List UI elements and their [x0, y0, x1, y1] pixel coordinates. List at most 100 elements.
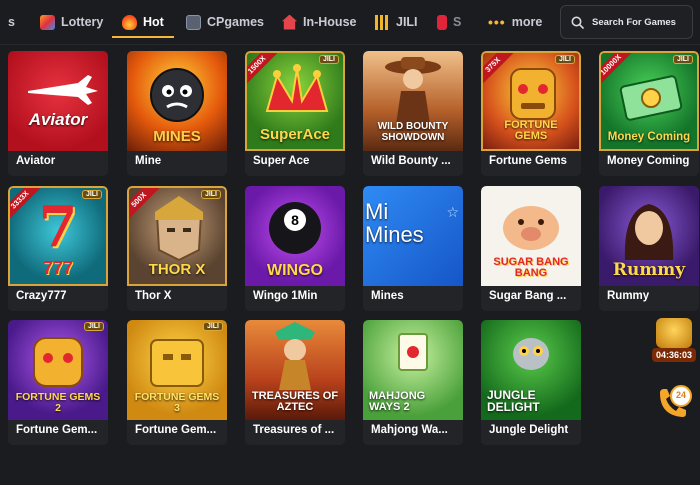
game-art-title: THOR X: [148, 261, 206, 279]
game-name: Wingo 1Min: [253, 290, 318, 302]
game-name: Fortune Gems: [489, 155, 567, 167]
game-art-title: Money Coming: [607, 130, 691, 143]
game-card-jungle-delight[interactable]: JUNGLE DELIGHT Jungle Delight: [481, 320, 581, 445]
game-art-title: MAHJONG WAYS 2: [369, 389, 426, 414]
tab-label: JILI: [396, 15, 418, 29]
game-card-mahjong-ways-2[interactable]: MAHJONG WAYS 2 Mahjong Wa...: [363, 320, 463, 445]
billiard-ball-icon: 8: [269, 202, 321, 254]
game-name: Thor X: [135, 290, 172, 302]
game-card-crazy777[interactable]: 7 777 3333X JILI Crazy777: [8, 186, 108, 311]
game-name: Super Ace: [253, 155, 310, 167]
game-card-aviator[interactable]: Aviator Aviator: [8, 51, 108, 176]
game-art-title: Aviator: [28, 110, 88, 130]
phone-24-icon: [660, 385, 692, 417]
game-thumbnail: Money Coming 10000X JILI: [599, 51, 699, 151]
game-card-mine[interactable]: MINES Mine: [127, 51, 227, 176]
game-card-fortune-gems-3[interactable]: FORTUNE GEMS 3 JILI Fortune Gem...: [127, 320, 227, 445]
game-art-title: WILD BOUNTY SHOWDOWN: [377, 121, 449, 143]
search-input[interactable]: Search For Games: [560, 5, 693, 39]
tab-lottery[interactable]: Lottery: [40, 8, 103, 36]
tab-jili[interactable]: JILI: [375, 8, 418, 36]
active-tab-indicator: [112, 36, 174, 38]
game-name: Mines: [371, 290, 404, 302]
game-name: Jungle Delight: [489, 424, 569, 436]
treasure-chest-icon: [656, 318, 692, 348]
game-card-fortune-gems-2[interactable]: FORTUNE GEMS 2 JILI Fortune Gem...: [8, 320, 108, 445]
svg-text:8: 8: [291, 212, 299, 228]
tab-label: s: [8, 15, 15, 29]
game-card-treasures-of-aztec[interactable]: TREASURES OF AZTEC Treasures of ...: [245, 320, 345, 445]
game-card-mines[interactable]: ☆ Mi Mines Mines: [363, 186, 463, 311]
tab-label: CPgames: [207, 15, 264, 29]
game-name: Sugar Bang ...: [489, 290, 567, 302]
game-name: Mine: [135, 155, 162, 167]
game-thumbnail: 8 WINGO: [245, 186, 345, 286]
support-button[interactable]: 24: [654, 383, 694, 423]
game-art-title: SuperAce: [259, 126, 331, 144]
more-dots-icon: •••: [488, 14, 506, 30]
fire-icon: [122, 14, 137, 30]
game-art-title: JUNGLE DELIGHT: [487, 387, 540, 415]
game-art-title: FORTUNE GEMS 3: [134, 390, 220, 414]
treasure-chest-timer[interactable]: 04:36:03: [652, 318, 696, 366]
game-name: Fortune Gem...: [16, 424, 98, 436]
search-placeholder: Search For Games: [592, 16, 676, 28]
game-card-wild-bounty[interactable]: WILD BOUNTY SHOWDOWN Wild Bounty ...: [363, 51, 463, 176]
tab-partial[interactable]: s: [8, 8, 15, 36]
game-art-title: Rummy: [612, 260, 686, 281]
lady-portrait-icon: [624, 204, 674, 260]
game-art-title: SUGAR BANG BANG: [493, 255, 569, 280]
game-card-sugar-bang[interactable]: SUGAR BANG BANG Sugar Bang ...: [481, 186, 581, 311]
lemur-icon: [513, 338, 549, 370]
aztec-figure-icon: [275, 322, 315, 390]
game-name: Mahjong Wa...: [371, 424, 448, 436]
provider-tag: JILI: [672, 55, 693, 64]
game-thumbnail: MINES: [127, 51, 227, 151]
game-thumbnail: WILD BOUNTY SHOWDOWN: [363, 51, 463, 151]
tab-label: S: [453, 15, 462, 29]
game-card-thor-x[interactable]: THOR X 500X JILI Thor X: [127, 186, 227, 311]
cowgirl-figure-icon: [385, 57, 441, 131]
game-card-rummy[interactable]: Rummy Rummy: [599, 186, 699, 311]
lottery-icon: [40, 14, 55, 30]
game-art-title: WINGO: [267, 262, 323, 280]
game-art-title: 777: [42, 258, 74, 279]
nav-divider: [0, 44, 700, 45]
game-thumbnail: THOR X 500X JILI: [127, 186, 227, 286]
game-name: Fortune Gem...: [135, 424, 217, 436]
provider-tag: JILI: [554, 55, 575, 64]
category-nav: s Lottery Hot CPgames In-House JILI S ••…: [0, 0, 700, 44]
game-thumbnail: TREASURES OF AZTEC: [245, 320, 345, 420]
jili-icon: [375, 14, 390, 30]
game-thumbnail: FORTUNE GEMS 2 JILI: [8, 320, 108, 420]
provider-tag: JILI: [200, 190, 221, 199]
game-card-money-coming[interactable]: Money Coming 10000X JILI Money Coming: [599, 51, 699, 176]
game-thumbnail: Aviator: [8, 51, 108, 151]
game-card-fortune-gems[interactable]: FORTUNE GEMS 375X JILI Fortune Gems: [481, 51, 581, 176]
tab-cpgames[interactable]: CPgames: [186, 8, 264, 36]
game-name: Wild Bounty ...: [371, 155, 451, 167]
tab-hot[interactable]: Hot: [122, 8, 164, 36]
game-art-title: Mi Mines: [365, 198, 424, 247]
game-art-title: MINES: [153, 128, 201, 146]
provider-tag: JILI: [202, 322, 223, 331]
game-name: Crazy777: [16, 290, 67, 302]
provider-tag: JILI: [318, 55, 339, 64]
game-art-title: FORTUNE GEMS 2: [15, 390, 101, 414]
money-stack-icon: [619, 75, 683, 121]
tab-label: In-House: [303, 15, 357, 29]
game-art-title: TREASURES OF AZTEC: [251, 389, 339, 414]
support-label: 24: [675, 390, 686, 400]
tab-more[interactable]: ••• more: [488, 8, 542, 36]
mahjong-tile-icon: [398, 333, 428, 371]
game-card-wingo[interactable]: 8 WINGO Wingo 1Min: [245, 186, 345, 311]
tab-slots[interactable]: S: [437, 8, 461, 36]
home-icon: [282, 14, 297, 30]
game-thumbnail: FORTUNE GEMS 3 JILI: [127, 320, 227, 420]
countdown-timer: 04:36:03: [652, 348, 696, 362]
game-card-super-ace[interactable]: SuperAce 1500X JILI Super Ace: [245, 51, 345, 176]
game-name: Rummy: [607, 290, 650, 302]
tab-in-house[interactable]: In-House: [282, 8, 356, 36]
game-thumbnail: FORTUNE GEMS 375X JILI: [481, 51, 581, 151]
game-thumbnail: MAHJONG WAYS 2: [363, 320, 463, 420]
